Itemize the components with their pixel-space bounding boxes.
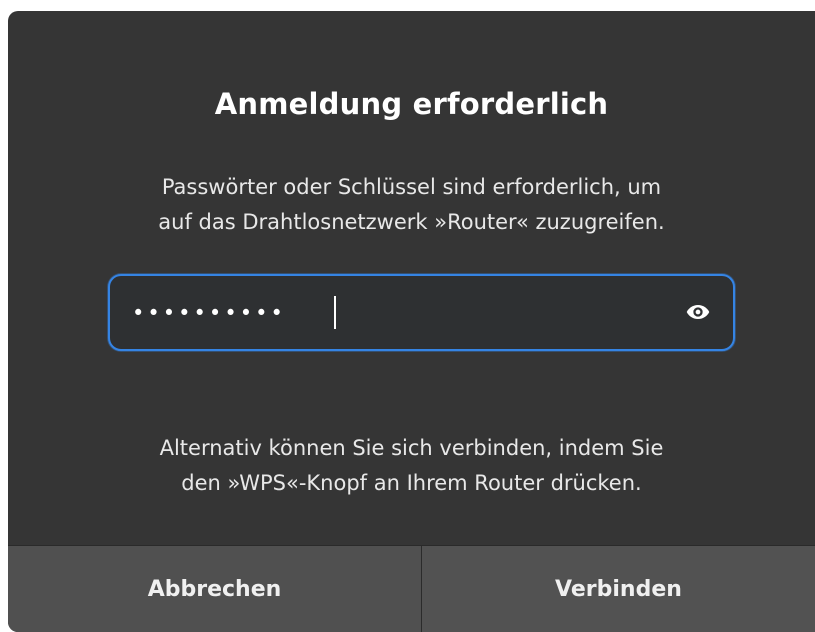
dialog-button-bar: Abbrechen Verbinden [8,545,815,632]
password-masked-value: •••••••••• [132,300,286,325]
dialog-message: Passwörter oder Schlüssel sind erforderl… [8,170,815,240]
dialog-message-line-1: Passwörter oder Schlüssel sind erforderl… [161,175,662,199]
text-caret [334,296,336,329]
wps-hint-line-1: Alternativ können Sie sich verbinden, in… [159,436,664,460]
auth-dialog: Anmeldung erforderlich Passwörter oder S… [8,11,815,632]
eye-icon[interactable] [685,299,711,325]
password-field[interactable]: •••••••••• [108,274,735,351]
wps-hint-line-2: den »WPS«-Knopf an Ihrem Router drücken. [181,471,642,495]
wps-hint: Alternativ können Sie sich verbinden, in… [8,431,815,501]
dialog-title: Anmeldung erforderlich [214,87,609,121]
connect-button[interactable]: Verbinden [422,546,815,632]
cancel-button[interactable]: Abbrechen [8,546,422,632]
password-input[interactable]: •••••••••• [132,276,652,349]
dialog-message-line-2: auf das Drahtlosnetzwerk »Router« zuzugr… [158,210,665,234]
